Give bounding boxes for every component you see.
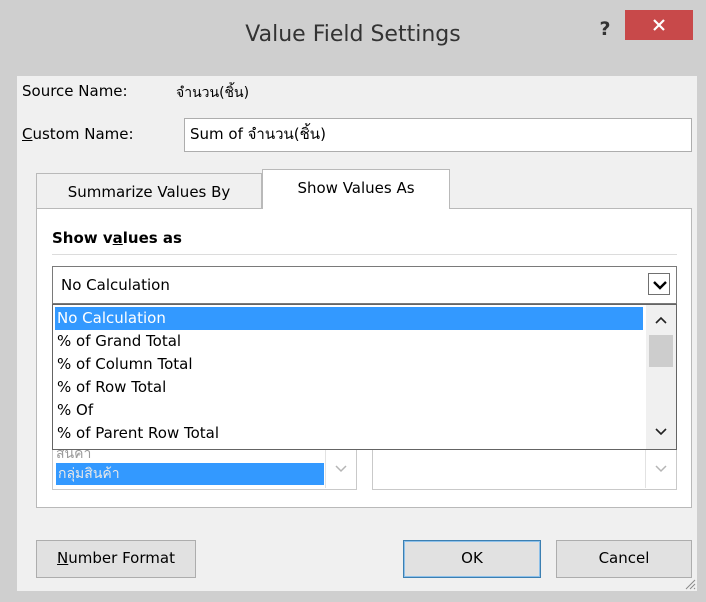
dropdown-option[interactable]: No Calculation [55,307,643,330]
scrollbar-thumb[interactable] [649,335,673,367]
source-name-value: จำนวน(ชิ้น) [176,85,250,101]
section-separator [52,254,677,255]
show-values-as-selected: No Calculation [61,276,170,294]
show-values-as-dropdown-list[interactable]: No Calculation % of Grand Total % of Col… [52,304,677,450]
resize-grip-icon[interactable] [684,578,696,590]
dropdown-option[interactable]: % of Row Total [55,376,643,399]
dropdown-option[interactable]: % Of [55,399,643,422]
custom-name-label: Custom Name: [22,125,134,143]
chevron-up-icon[interactable] [654,315,668,325]
dropdown-arrow-button[interactable] [648,273,670,295]
help-button[interactable]: ? [590,14,620,44]
tab-show-values-as[interactable]: Show Values As [262,169,450,209]
cancel-button[interactable]: Cancel [556,540,692,578]
show-values-as-select[interactable]: No Calculation [52,266,677,304]
dropdown-option[interactable]: % of Column Total [55,353,643,376]
ok-button[interactable]: OK [403,540,541,578]
custom-name-input[interactable]: Sum of จำนวน(ชิ้น) [184,118,692,152]
show-values-as-heading: Show values as [52,229,182,247]
chevron-down-icon[interactable] [654,427,668,437]
dropdown-scrollbar[interactable] [646,305,676,449]
close-button[interactable] [625,10,693,40]
dropdown-option[interactable]: % of Grand Total [55,330,643,353]
base-field-item-selected[interactable]: กลุ่มสินค้า [56,463,324,485]
tab-summarize-values-by[interactable]: Summarize Values By [36,173,262,210]
frame-right [697,76,706,602]
frame-bottom [0,591,706,602]
chevron-down-icon [653,281,667,290]
source-name-label: Source Name: [22,82,128,100]
chevron-down-icon [655,465,667,473]
frame-left [0,76,17,602]
dropdown-option[interactable]: % of Parent Row Total [55,422,643,445]
number-format-button[interactable]: Number Format [36,540,196,578]
close-icon [653,19,665,31]
chevron-down-icon [335,465,347,473]
